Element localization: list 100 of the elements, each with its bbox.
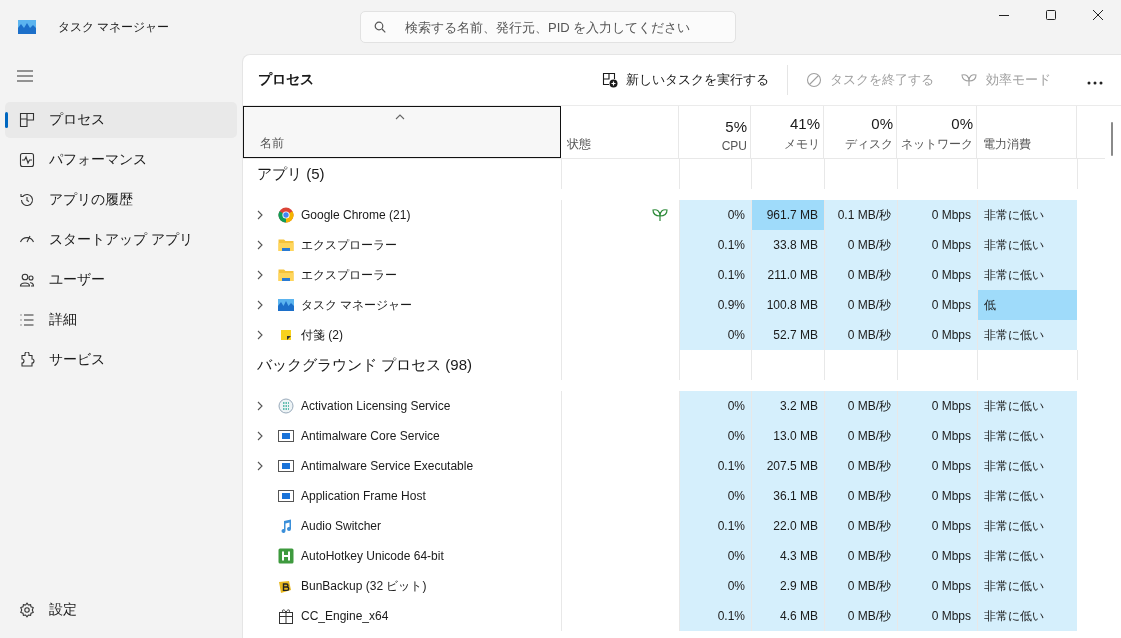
- column-label: 電力消費: [983, 136, 1032, 153]
- table-cell: 0 Mbps: [897, 601, 977, 631]
- chevron-right-icon[interactable]: [257, 461, 263, 471]
- process-row[interactable]: Antimalware Service Executable 0.1% 207.5 MB 0 MB/秒 0 Mbps 非常に低い: [243, 451, 1105, 481]
- sticky-note-icon: [278, 327, 294, 343]
- process-row[interactable]: Audio Switcher 0.1% 22.0 MB 0 MB/秒 0 Mbps 非常に低い: [243, 511, 1105, 541]
- settings-item[interactable]: 設定: [5, 592, 237, 628]
- table-cell: 207.5 MB: [751, 451, 824, 481]
- process-row[interactable]: エクスプローラー 0.1% 211.0 MB 0 MB/秒 0 Mbps 非常に低い: [243, 260, 1105, 290]
- chevron-right-icon[interactable]: [257, 270, 263, 280]
- sidebar-item[interactable]: プロセス: [5, 102, 237, 138]
- list-icon: [19, 312, 35, 328]
- chevron-right-icon[interactable]: [257, 240, 263, 250]
- table-cell: 0%: [679, 391, 751, 421]
- sidebar-item[interactable]: サービス: [5, 342, 237, 378]
- table-cell: 100.8 MB: [751, 290, 824, 320]
- column-label: メモリ: [784, 136, 820, 153]
- column-label: CPU: [721, 139, 747, 153]
- table-cell: 36.1 MB: [751, 481, 824, 511]
- window-title: タスク マネージャー: [58, 18, 171, 36]
- table-cell: 非常に低い: [977, 320, 1077, 350]
- minimize-icon: [998, 14, 1009, 16]
- table-cell: 0 MB/秒: [824, 320, 897, 350]
- process-name: CC_Engine_x64: [301, 609, 389, 623]
- table-cell: 非常に低い: [977, 601, 1077, 631]
- table-cell: 0 MB/秒: [824, 541, 897, 571]
- chevron-right-icon[interactable]: [257, 330, 263, 340]
- chevron-right-icon[interactable]: [257, 300, 263, 310]
- table-cell: 0 MB/秒: [824, 260, 897, 290]
- process-row[interactable]: 付箋 (2) 0% 52.7 MB 0 MB/秒 0 Mbps 非常に低い: [243, 320, 1105, 350]
- sort-ascending-icon: [395, 114, 405, 120]
- table-cell: 0 MB/秒: [824, 421, 897, 451]
- history-icon: [19, 192, 35, 208]
- column-header[interactable]: 41% メモリ: [751, 106, 824, 158]
- column-header[interactable]: 0% ディスク: [824, 106, 897, 158]
- process-name: Antimalware Service Executable: [301, 459, 474, 473]
- table-cell: 0%: [679, 541, 751, 571]
- sidebar-item[interactable]: アプリの履歴: [5, 182, 237, 218]
- process-row[interactable]: BunBackup (32 ビット) 0% 2.9 MB 0 MB/秒 0 Mbps 非常に低い: [243, 571, 1105, 601]
- window-icon: [278, 488, 294, 504]
- sidebar-item[interactable]: パフォーマンス: [5, 142, 237, 178]
- column-header[interactable]: 電力消費: [977, 106, 1077, 158]
- settings-icon: [19, 602, 35, 618]
- sidebar-item[interactable]: 詳細: [5, 302, 237, 338]
- table-cell: 961.7 MB: [751, 200, 824, 230]
- table-cell: 0 Mbps: [897, 260, 977, 290]
- process-name: Google Chrome (21): [301, 208, 411, 222]
- sidebar-item[interactable]: スタートアップ アプリ: [5, 222, 237, 258]
- process-row[interactable]: Google Chrome (21) 0% 961.7 MB 0.1 MB/秒 0 Mbps 非常に低い: [243, 200, 1105, 230]
- table-cell: 0 Mbps: [897, 200, 977, 230]
- process-name: 付箋 (2): [301, 326, 343, 344]
- sidebar-item[interactable]: ユーザー: [5, 262, 237, 298]
- table-cell: 0 MB/秒: [824, 481, 897, 511]
- table-cell: 0 Mbps: [897, 541, 977, 571]
- chrome-icon: [278, 207, 294, 223]
- column-header[interactable]: 名前: [243, 106, 561, 158]
- search-field[interactable]: 検索する名前、発行元、PID を入力してください: [360, 11, 736, 43]
- table-cell: 非常に低い: [977, 511, 1077, 541]
- window-icon: [278, 458, 294, 474]
- process-name: エクスプローラー: [301, 266, 397, 284]
- table-cell: 非常に低い: [977, 391, 1077, 421]
- table-cell: 0 Mbps: [897, 421, 977, 451]
- process-row[interactable]: CC_Engine_x64 0.1% 4.6 MB 0 MB/秒 0 Mbps 非常に低い: [243, 601, 1105, 631]
- table-cell: 0.1%: [679, 230, 751, 260]
- chevron-right-icon[interactable]: [257, 210, 263, 220]
- grid-icon: [19, 112, 35, 128]
- table-cell: 13.0 MB: [751, 421, 824, 451]
- table-cell: 0.1%: [679, 260, 751, 290]
- table-cell: 4.6 MB: [751, 601, 824, 631]
- process-row[interactable]: AutoHotkey Unicode 64-bit 0% 4.3 MB 0 MB/秒 0 Mbps 非常に低い: [243, 541, 1105, 571]
- table-cell: 0 MB/秒: [824, 391, 897, 421]
- table-cell: 非常に低い: [977, 571, 1077, 601]
- prohibited-icon: [806, 72, 822, 88]
- table-cell: 非常に低い: [977, 541, 1077, 571]
- run-new-task-button[interactable]: 新しいタスクを実行する: [594, 65, 777, 95]
- process-row[interactable]: Antimalware Core Service 0% 13.0 MB 0 MB/秒 0 Mbps 非常に低い: [243, 421, 1105, 451]
- table-cell: 0.1%: [679, 511, 751, 541]
- table-cell: 0%: [679, 571, 751, 601]
- new-task-icon: [602, 72, 618, 88]
- scrollbar-thumb[interactable]: [1111, 122, 1113, 156]
- table-cell: 0 Mbps: [897, 451, 977, 481]
- chevron-right-icon[interactable]: [257, 431, 263, 441]
- column-header[interactable]: 状態: [561, 106, 679, 158]
- menu-icon: [17, 70, 33, 82]
- column-header[interactable]: 0% ネットワーク: [897, 106, 977, 158]
- table-cell: 0 MB/秒: [824, 230, 897, 260]
- table-cell: 非常に低い: [977, 260, 1077, 290]
- table-cell: 211.0 MB: [751, 260, 824, 290]
- chevron-right-icon[interactable]: [257, 401, 263, 411]
- process-name: AutoHotkey Unicode 64-bit: [301, 549, 444, 563]
- table-cell: 0%: [679, 421, 751, 451]
- process-row[interactable]: タスク マネージャー 0.9% 100.8 MB 0 MB/秒 0 Mbps 低: [243, 290, 1105, 320]
- column-header[interactable]: 5% CPU: [679, 106, 751, 158]
- puzzle-icon: [19, 352, 35, 368]
- column-label: 状態: [567, 136, 592, 153]
- process-row[interactable]: Application Frame Host 0% 36.1 MB 0 MB/秒 0 Mbps 非常に低い: [243, 481, 1105, 511]
- gift-box-icon: [278, 608, 294, 624]
- pulse-icon: [19, 152, 35, 168]
- process-row[interactable]: エクスプローラー 0.1% 33.8 MB 0 MB/秒 0 Mbps 非常に低い: [243, 230, 1105, 260]
- process-row[interactable]: Activation Licensing Service 0% 3.2 MB 0 MB/秒 0 Mbps 非常に低い: [243, 391, 1105, 421]
